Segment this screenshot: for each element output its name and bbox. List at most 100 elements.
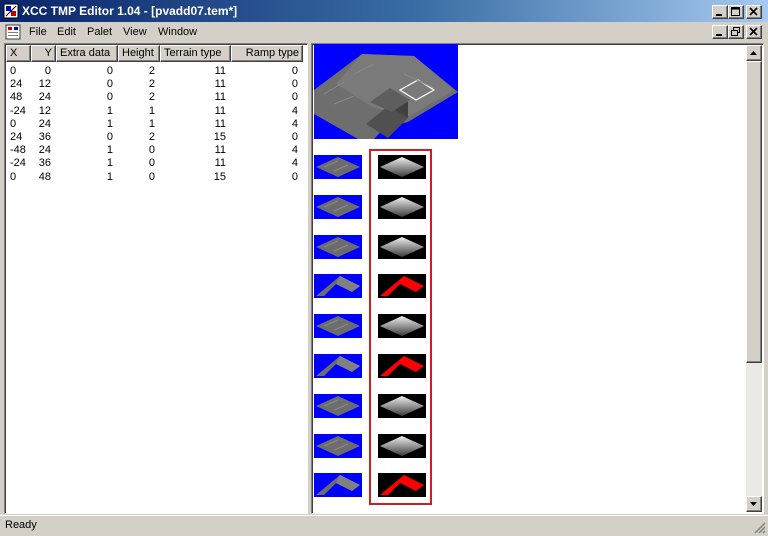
tile-normal-thumbnail[interactable] [314,354,362,378]
tile-normal-thumbnail[interactable] [314,234,362,259]
cell-ramp-type[interactable]: 0 [235,91,298,104]
cell-ramp-type[interactable]: 0 [235,78,298,91]
tile-normal-thumbnail[interactable] [314,393,362,418]
cell-terrain-type[interactable]: 11 [164,91,226,104]
column-header-y[interactable]: Y [31,45,56,62]
cell-terrain-type[interactable]: 11 [164,78,226,91]
cell-x[interactable]: 0 [10,65,26,78]
tile-preview-view[interactable] [311,43,764,514]
cell-extra-data[interactable]: 0 [60,91,113,104]
tile-list-view[interactable]: X Y Extra data Height Terrain type Ramp … [4,43,308,514]
cell-terrain-type[interactable]: 11 [164,144,226,157]
cell-height[interactable]: 2 [122,78,155,91]
cell-y[interactable]: 48 [35,171,51,184]
column-header-x[interactable]: X [6,45,31,62]
menu-edit[interactable]: Edit [54,25,79,39]
window-title: XCC TMP Editor 1.04 - [pvadd07.tem*] [22,4,238,18]
cell-height[interactable]: 0 [122,157,155,170]
tile-normal-thumbnail[interactable] [314,433,362,458]
cell-extra-data[interactable]: 0 [60,131,113,144]
cell-extra-data[interactable]: 1 [60,118,113,131]
combined-tile-preview [314,44,458,139]
cell-y[interactable]: 36 [35,157,51,170]
status-bar: Ready [0,515,768,536]
selected-tiles-outline [369,149,432,505]
cell-x[interactable]: 24 [10,131,26,144]
cell-x[interactable]: -24 [10,105,26,118]
tile-normal-thumbnail[interactable] [314,473,362,498]
cell-extra-data[interactable]: 1 [60,105,113,118]
cell-x[interactable]: 48 [10,91,26,104]
cell-ramp-type[interactable]: 4 [235,157,298,170]
tile-normal-thumbnail[interactable] [314,155,362,179]
cell-height[interactable]: 0 [122,144,155,157]
cell-x[interactable]: 0 [10,171,26,184]
cell-ramp-type[interactable]: 4 [235,144,298,157]
arrow-up-icon [750,51,757,55]
child-minimize-button[interactable] [712,25,728,39]
scroll-up-button[interactable] [746,45,762,61]
cell-extra-data[interactable]: 1 [60,157,113,170]
cell-height[interactable]: 1 [122,118,155,131]
cell-y[interactable]: 24 [35,91,51,104]
tile-normal-thumbnail[interactable] [314,194,362,219]
child-restore-button[interactable] [728,25,744,39]
cell-x[interactable]: 0 [10,118,26,131]
menu-file[interactable]: File [26,25,50,39]
close-button[interactable] [746,5,762,19]
cell-terrain-type[interactable]: 11 [164,118,226,131]
maximize-button[interactable] [728,5,744,19]
cell-terrain-type[interactable]: 15 [164,131,226,144]
minimize-button[interactable] [712,5,728,19]
menu-bar: File Edit Palet View Window [0,22,768,42]
column-header-extra-data[interactable]: Extra data [56,45,118,62]
cell-terrain-type[interactable]: 15 [164,171,226,184]
menu-palet[interactable]: Palet [84,25,115,39]
cell-height[interactable]: 1 [122,105,155,118]
app-icon [3,3,19,19]
cell-x[interactable]: 24 [10,78,26,91]
cell-extra-data[interactable]: 1 [60,171,113,184]
title-bar: XCC TMP Editor 1.04 - [pvadd07.tem*] [0,0,768,22]
cell-extra-data[interactable]: 0 [60,78,113,91]
cell-terrain-type[interactable]: 11 [164,105,226,118]
cell-height[interactable]: 2 [122,131,155,144]
cell-height[interactable]: 2 [122,65,155,78]
cell-y[interactable]: 24 [35,118,51,131]
cell-ramp-type[interactable]: 0 [235,65,298,78]
cell-y[interactable]: 0 [35,65,51,78]
cell-y[interactable]: 12 [35,105,51,118]
column-header-terrain-type[interactable]: Terrain type [160,45,231,62]
cell-x[interactable]: -48 [10,144,26,157]
cell-ramp-type[interactable]: 4 [235,105,298,118]
cell-ramp-type[interactable]: 0 [235,131,298,144]
cell-extra-data[interactable]: 0 [60,65,113,78]
cell-y[interactable]: 36 [35,131,51,144]
column-header-height[interactable]: Height [118,45,160,62]
child-close-button[interactable] [746,25,762,39]
menu-view[interactable]: View [120,25,150,39]
arrow-down-icon [750,502,757,506]
cell-terrain-type[interactable]: 11 [164,157,226,170]
tile-normal-thumbnail[interactable] [314,274,362,299]
document-icon[interactable] [5,24,21,40]
cell-extra-data[interactable]: 1 [60,144,113,157]
close-icon [749,27,758,36]
column-header-ramp-type[interactable]: Ramp type [231,45,303,62]
resize-grip-icon[interactable] [754,522,766,534]
vertical-scrollbar[interactable] [746,45,762,512]
cell-x[interactable]: -24 [10,157,26,170]
cell-terrain-type[interactable]: 11 [164,65,226,78]
scroll-thumb[interactable] [746,61,762,363]
cell-height[interactable]: 0 [122,171,155,184]
menu-window[interactable]: Window [155,25,200,39]
cell-ramp-type[interactable]: 0 [235,171,298,184]
cell-y[interactable]: 12 [35,78,51,91]
cell-ramp-type[interactable]: 4 [235,118,298,131]
minimize-icon [716,34,722,36]
scroll-down-button[interactable] [746,496,762,512]
cell-y[interactable]: 24 [35,144,51,157]
tile-normal-thumbnail[interactable] [314,314,362,339]
minimize-icon [716,14,722,16]
cell-height[interactable]: 2 [122,91,155,104]
